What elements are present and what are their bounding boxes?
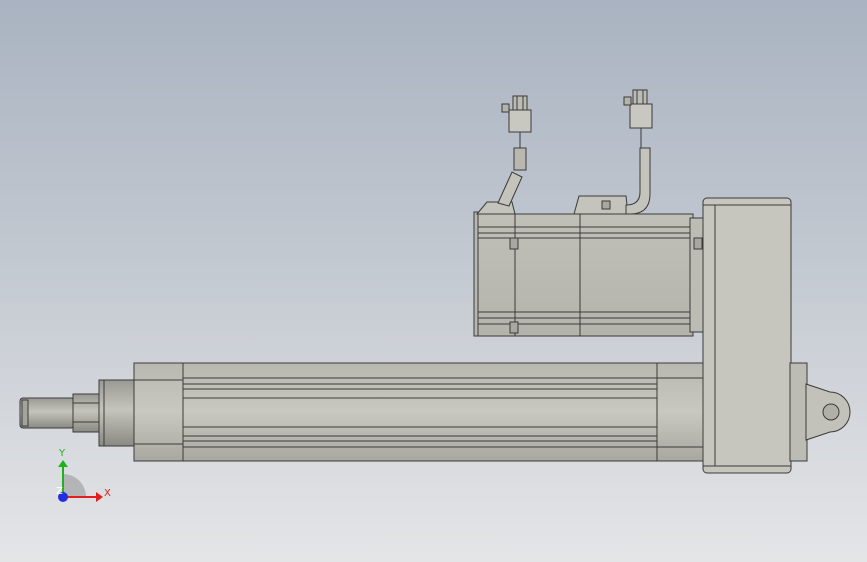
- servo-motor[interactable]: [473, 211, 704, 337]
- orientation-triad: X Y Z: [56, 448, 111, 502]
- connector-right[interactable]: [623, 89, 653, 129]
- triad-x-arrowhead: [96, 492, 103, 502]
- front-cap[interactable]: [133, 362, 185, 462]
- connector-left[interactable]: [501, 95, 532, 133]
- rear-end-block[interactable]: [656, 362, 708, 462]
- cad-viewport[interactable]: X Y Z: [0, 0, 867, 562]
- motor-connector-housing-right[interactable]: [573, 195, 629, 215]
- triad-y-label: Y: [58, 448, 66, 459]
- triad-y-arrowhead: [58, 460, 68, 467]
- motor-bracket[interactable]: [702, 197, 792, 474]
- motor-cable-right[interactable]: [625, 128, 651, 215]
- rod-nut[interactable]: [72, 393, 100, 433]
- actuator-tube[interactable]: [182, 362, 659, 462]
- clevis-mount[interactable]: [789, 362, 851, 462]
- triad-z-label: Z: [56, 486, 63, 497]
- rod-collar[interactable]: [98, 379, 136, 447]
- triad-x-label: X: [104, 488, 111, 499]
- motor-cable-left[interactable]: [497, 132, 527, 207]
- rod-end[interactable]: [19, 397, 75, 429]
- cad-model-view[interactable]: X Y Z: [0, 0, 867, 562]
